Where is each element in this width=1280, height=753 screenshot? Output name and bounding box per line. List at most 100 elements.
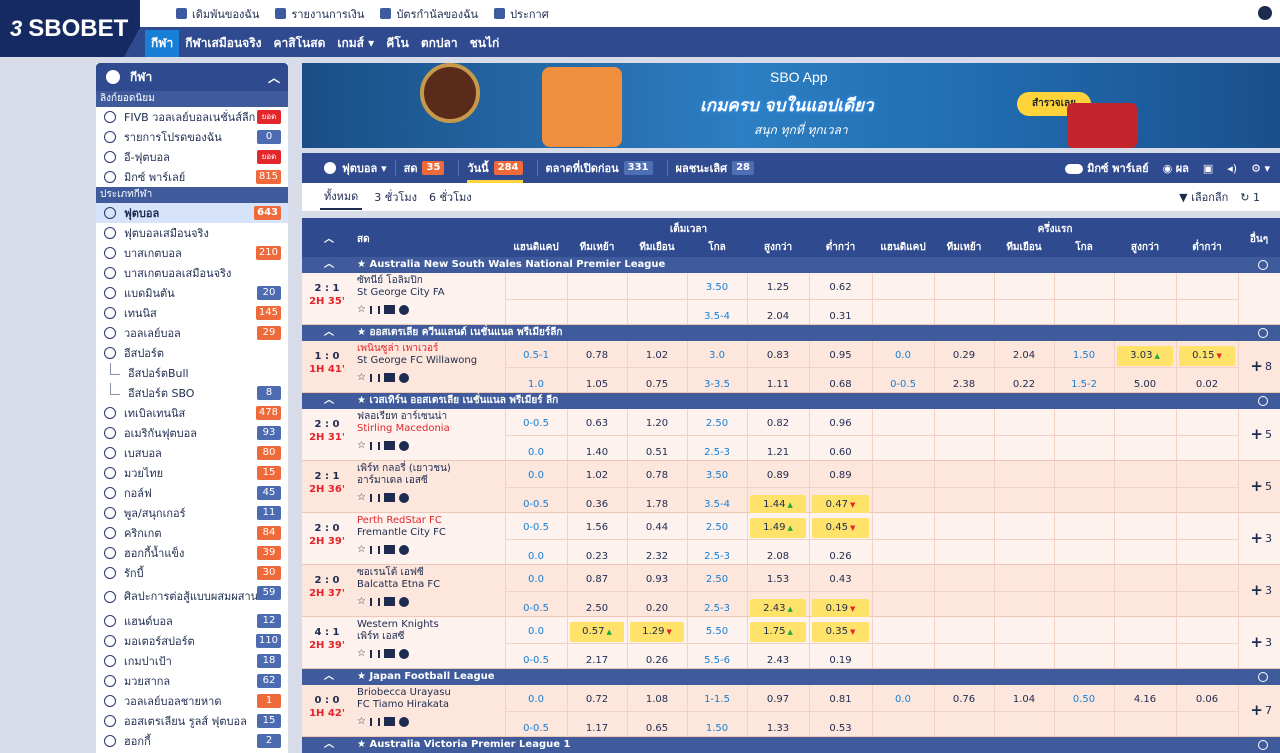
odds-cell[interactable]: 0.50 (1057, 690, 1111, 710)
vouchers-link[interactable]: บัตรกำนัลของฉัน (380, 5, 478, 23)
odds-cell[interactable]: 2.38 (937, 375, 991, 395)
odds-cell[interactable]: 1.02 (630, 346, 684, 366)
sidebar-item[interactable]: ฟุตบอล 643 (96, 203, 288, 223)
star-icon[interactable]: ☆ (357, 440, 366, 451)
sidebar-item[interactable]: พูล/สนุกเกอร์ 11 (96, 503, 288, 523)
sidebar-item[interactable]: อีสปอร์ต (96, 343, 288, 363)
settings-icon[interactable]: ⚙ ▾ (1251, 162, 1270, 175)
home-team[interactable]: ซอเรนโต้ เอฟซี (357, 567, 424, 579)
league-row[interactable]: ︿ ★ Australia New South Wales National Pr… (302, 257, 1280, 273)
odds-cell[interactable]: 3.0 (690, 346, 744, 366)
more-bets[interactable]: +3 (1250, 581, 1272, 599)
odds-cell[interactable]: 3.50 (690, 278, 744, 298)
home-team[interactable]: ฟลอเรียท อาร์เซนน่า (357, 411, 447, 423)
more-bets[interactable]: +5 (1250, 477, 1272, 495)
stats-icon[interactable] (369, 441, 380, 450)
odds-cell[interactable]: 4.16 (1117, 690, 1173, 710)
star-icon[interactable]: ☆ (357, 492, 366, 503)
odds-cell[interactable]: 0.31 (812, 307, 869, 327)
play-icon[interactable] (398, 648, 409, 659)
odds-cell[interactable]: 0.0 (508, 547, 564, 567)
odds-cell[interactable]: 0.0 (508, 466, 564, 486)
odds-cell[interactable]: 0.81 (812, 690, 869, 710)
odds-cell[interactable]: 0.22 (997, 375, 1051, 395)
odds-cell[interactable]: 1.04 (997, 690, 1051, 710)
sidebar-item[interactable]: เทนนิส 145 (96, 303, 288, 323)
tab-live[interactable]: สด 35 (404, 153, 445, 183)
eye-icon[interactable] (1258, 6, 1272, 20)
sidebar-item[interactable]: เกมปาเป้า 18 (96, 651, 288, 671)
nav-item-6[interactable]: ชนไก่ (464, 30, 506, 57)
home-team[interactable]: Perth RedStar FC (357, 515, 442, 527)
statement-link[interactable]: รายงานการเงิน (275, 5, 364, 23)
star-icon[interactable]: ☆ (357, 544, 366, 555)
more-bets[interactable]: +8 (1250, 357, 1272, 375)
odds-cell[interactable]: 1.44 ▲ (750, 495, 806, 515)
odds-cell[interactable]: 1.49 ▲ (750, 518, 806, 538)
star-icon[interactable]: ☆ (357, 596, 366, 607)
odds-cell[interactable]: 1-1.5 (690, 690, 744, 710)
odds-cell[interactable]: 0.68 (812, 375, 869, 395)
odds-cell[interactable]: 0.26 (630, 651, 684, 671)
odds-cell[interactable]: 0.63 (570, 414, 624, 434)
home-team[interactable]: Western Knights (357, 619, 439, 631)
odds-cell[interactable]: 0.0 (875, 690, 931, 710)
sidebar-header[interactable]: กีฬา ︿ (96, 63, 288, 91)
odds-cell[interactable]: 2.17 (570, 651, 624, 671)
refresh-icon[interactable] (1258, 396, 1268, 406)
odds-cell[interactable]: 2.50 (690, 570, 744, 590)
away-team[interactable]: FC Tiamo Hirakata (357, 699, 449, 711)
filter-3h[interactable]: 3 ชั่วโมง (374, 188, 417, 206)
odds-cell[interactable]: 0.0 (508, 622, 564, 642)
sidebar-item[interactable]: มวยสากล 62 (96, 671, 288, 691)
odds-cell[interactable]: 0-0.5 (508, 495, 564, 515)
nav-item-4[interactable]: คีโน (380, 30, 415, 57)
more-bets[interactable]: +7 (1250, 701, 1272, 719)
nav-item-3[interactable]: เกมส์ ▾ (331, 30, 380, 57)
odds-cell[interactable]: 0.53 (812, 719, 869, 739)
odds-cell[interactable]: 0-0.5 (875, 375, 931, 395)
more-bets[interactable]: +5 (1250, 425, 1272, 443)
more-bets[interactable]: +3 (1250, 633, 1272, 651)
sidebar-item[interactable]: แบดมินตัน 20 (96, 283, 288, 303)
sport-selector[interactable]: ฟุตบอล ▾ (324, 159, 387, 177)
odds-cell[interactable]: 1.11 (750, 375, 806, 395)
odds-cell[interactable]: 3.5-4 (690, 307, 744, 327)
play-icon[interactable] (398, 304, 409, 315)
sidebar-item[interactable]: มิกซ์ พาร์เลย์ 815 (96, 167, 288, 187)
odds-cell[interactable]: 0.65 (630, 719, 684, 739)
stats-icon[interactable] (369, 717, 380, 726)
odds-cell[interactable]: 0.87 (570, 570, 624, 590)
odds-cell[interactable]: 0.19 ▼ (812, 599, 869, 619)
play-icon[interactable] (398, 372, 409, 383)
chevron-up-icon[interactable]: ︿ (324, 669, 334, 685)
sidebar-item[interactable]: ฟุตบอลเสมือนจริง (96, 223, 288, 243)
chevron-up-icon[interactable]: ︿ (324, 325, 334, 341)
tv-icon[interactable] (383, 305, 395, 314)
nav-item-2[interactable]: คาสิโนสด (268, 30, 332, 57)
sidebar-item[interactable]: ฮอกกี้ 2 (96, 731, 288, 751)
refresh-icon[interactable] (1258, 740, 1268, 750)
odds-cell[interactable]: 0.19 (812, 651, 869, 671)
tab-early-market[interactable]: ตลาดที่เปิดก่อน 331 (546, 153, 653, 183)
sidebar-item[interactable]: วอลเลย์บอล 29 (96, 323, 288, 343)
sidebar-item[interactable]: ออสเตรเลียน รูลส์ ฟุตบอล 15 (96, 711, 288, 731)
away-team[interactable]: อาร์มาเดล เอสซี (357, 475, 428, 487)
league-row[interactable]: ︿ ★ Japan Football League (302, 669, 1280, 685)
odds-cell[interactable]: 0-0.5 (508, 719, 564, 739)
chevron-up-icon[interactable]: ︿ (324, 393, 334, 409)
sidebar-item[interactable]: อี-ฟุตบอล ยอด (96, 147, 288, 167)
chevron-up-icon[interactable]: ︿ (268, 69, 280, 86)
mix-parlay-toggle[interactable]: มิกซ์ พาร์เลย์ (1065, 159, 1149, 177)
away-team[interactable]: Stirling Macedonia (357, 423, 450, 435)
sidebar-item[interactable]: บาสเกตบอลเสมือนจริง (96, 263, 288, 283)
odds-cell[interactable]: 1.5-2 (1057, 375, 1111, 395)
odds-cell[interactable]: 1.17 (570, 719, 624, 739)
odds-cell[interactable]: 0-0.5 (508, 414, 564, 434)
odds-cell[interactable]: 0.36 (570, 495, 624, 515)
sidebar-item[interactable]: ศิลปะการต่อสู้แบบผสมผสาน 59 (96, 583, 288, 611)
select-league-button[interactable]: ▼ เลือกลีก (1179, 188, 1228, 206)
sidebar-item[interactable]: มอเตอร์สปอร์ต 110 (96, 631, 288, 651)
odds-cell[interactable]: 0-0.5 (508, 518, 564, 538)
sidebar-item[interactable]: อีสปอร์ตBull (96, 363, 288, 383)
